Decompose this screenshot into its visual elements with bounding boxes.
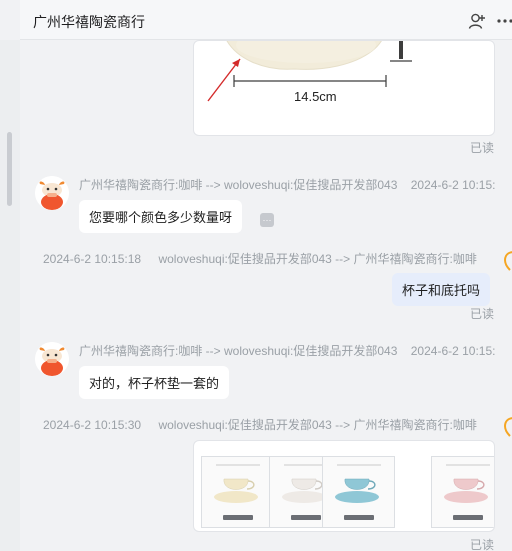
- scrollbar-track[interactable]: [0, 40, 20, 551]
- chat-title: 广州华禧陶瓷商行: [33, 14, 145, 30]
- message-meta: 2024-6-2 10:15:30 woloveshuqi:促佳搜品开发部043…: [43, 416, 477, 433]
- message-sender: woloveshuqi:促佳搜品开发部043 --> 广州华禧陶瓷商行:咖啡: [158, 252, 477, 266]
- orange-curl-icon: [504, 251, 512, 271]
- message-time: 2024-6-2 10:15:: [410, 178, 496, 192]
- message-time: 2024-6-2 10:15:30: [43, 418, 142, 432]
- chat-header: 广州华禧陶瓷商行: [20, 0, 512, 40]
- cup-saucer-icon: [444, 464, 490, 503]
- mascot-avatar-icon: [35, 342, 69, 376]
- message-meta: 广州华禧陶瓷商行:咖啡 --> woloveshuqi:促佳搜品开发部043 2…: [79, 342, 495, 359]
- message-time: 2024-6-2 10:15:: [410, 344, 496, 358]
- product-thumbnail: [431, 456, 494, 528]
- ellipsis-icon: [497, 19, 512, 23]
- read-status: 已读: [470, 307, 495, 321]
- message-sender: woloveshuqi:促佳搜品开发部043 --> 广州华禧陶瓷商行:咖啡: [158, 418, 477, 432]
- avatar[interactable]: [35, 176, 69, 210]
- message-meta: 广州华禧陶瓷商行:咖啡 --> woloveshuqi:促佳搜品开发部043 2…: [79, 176, 495, 193]
- message-bubble-incoming[interactable]: 对的，杯子杯垫一套的: [79, 366, 230, 399]
- product-dimension-illustration: [207, 41, 412, 102]
- message-more-icon[interactable]: ···: [260, 213, 274, 227]
- mascot-avatar-icon: [35, 176, 69, 210]
- more-options-button[interactable]: [494, 10, 512, 32]
- message-bubble-incoming[interactable]: 您要哪个颜色多少数量呀: [79, 200, 243, 233]
- scrollbar-thumb[interactable]: [7, 132, 12, 206]
- product-thumbnail: [201, 456, 274, 528]
- cup-saucer-icon: [214, 464, 260, 503]
- message-sender: 广州华禧陶瓷商行:咖啡 --> woloveshuqi:促佳搜品开发部043: [79, 178, 398, 192]
- dimension-label: 14.5cm: [294, 89, 337, 104]
- message-bubble-outgoing[interactable]: 杯子和底托吗: [392, 273, 491, 306]
- read-status: 已读: [470, 141, 495, 155]
- message-image-product-dimensions[interactable]: 14.5cm: [193, 40, 495, 136]
- read-status: 已读: [470, 538, 495, 551]
- message-time: 2024-6-2 10:15:18: [43, 252, 142, 266]
- message-sender: 广州华禧陶瓷商行:咖啡 --> woloveshuqi:促佳搜品开发部043: [79, 344, 398, 358]
- message-image-product-colors[interactable]: [193, 440, 495, 532]
- saucer: [214, 491, 258, 503]
- cup-saucer-icon: [335, 464, 381, 503]
- orange-curl-icon: [504, 417, 512, 437]
- message-meta: 2024-6-2 10:15:18 woloveshuqi:促佳搜品开发部043…: [43, 250, 477, 267]
- person-add-icon: [468, 13, 485, 29]
- add-contact-button[interactable]: [466, 10, 488, 32]
- avatar[interactable]: [35, 342, 69, 376]
- product-thumbnail: [322, 456, 395, 528]
